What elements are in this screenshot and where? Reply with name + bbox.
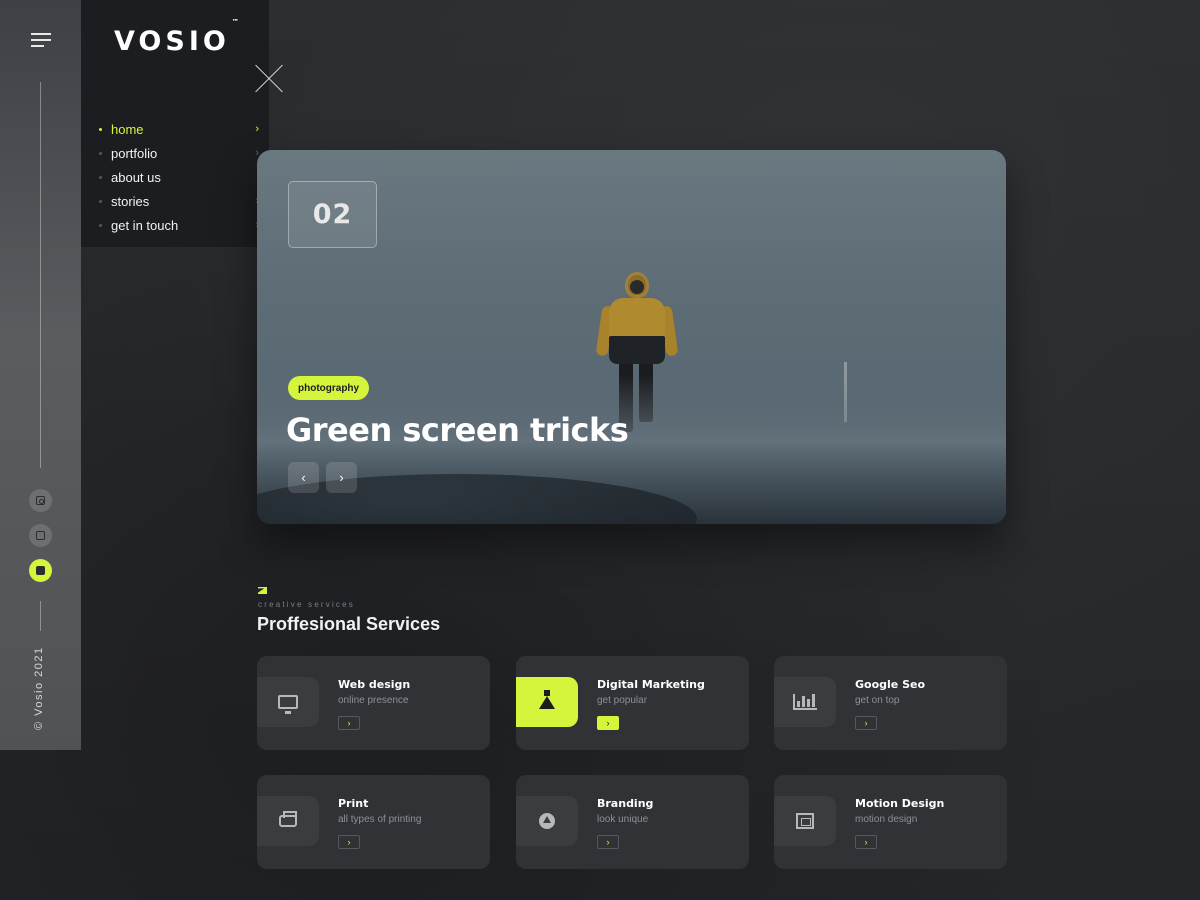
service-icon-box: [516, 677, 578, 727]
service-title[interactable]: Web design: [338, 678, 410, 691]
menu-item-portfolio[interactable]: portfolio ›: [99, 141, 259, 165]
printer-icon: [279, 811, 297, 827]
service-card[interactable]: Google Seo get on top ›: [774, 656, 1007, 750]
service-subtitle: get popular: [597, 695, 648, 706]
menu-bullet-icon: [99, 200, 102, 203]
menu-item-home[interactable]: home ›: [99, 117, 259, 141]
service-subtitle: online presence: [338, 695, 409, 706]
services-kicker: creative services: [258, 600, 355, 609]
menu-item-get-in-touch[interactable]: get in touch›: [99, 213, 259, 237]
logo-tm: ™: [231, 18, 239, 26]
monitor-icon: [278, 695, 298, 714]
menu-item-label: get in touch: [111, 217, 179, 233]
menu-bullet-icon: [99, 152, 102, 155]
branding-icon: [539, 813, 555, 829]
hero-title[interactable]: Green screen tricks: [286, 411, 629, 449]
service-subtitle: motion design: [855, 814, 918, 825]
rail-divider: [40, 82, 41, 468]
chevron-right-icon: ›: [255, 123, 259, 135]
hero-slider: 02 photography Green screen tricks ‹ ›: [257, 150, 1006, 524]
menu-item-label: stories: [111, 193, 150, 209]
menu-item-label: about us: [111, 169, 161, 185]
menu-bullet-icon: [99, 176, 102, 179]
logo[interactable]: VOSIO™: [114, 18, 239, 57]
facebook-icon[interactable]: [29, 559, 52, 582]
slide-number: 02: [288, 181, 377, 248]
flask-icon: [539, 689, 555, 709]
close-icon[interactable]: [255, 65, 283, 93]
service-subtitle: all types of printing: [338, 814, 422, 825]
service-title[interactable]: Google Seo: [855, 678, 925, 691]
service-icon-box: [257, 796, 319, 846]
menu-bullet-icon: [99, 224, 102, 227]
service-arrow-button[interactable]: ›: [855, 716, 877, 730]
twitter-icon[interactable]: [29, 524, 52, 547]
service-icon-box: [774, 796, 836, 846]
service-arrow-button[interactable]: ›: [855, 835, 877, 849]
slider-next-button[interactable]: ›: [326, 462, 357, 493]
service-card[interactable]: Digital Marketing get popular ›: [516, 656, 749, 750]
menu-item-label: portfolio: [111, 145, 158, 161]
service-subtitle: look unique: [597, 814, 649, 825]
category-tag[interactable]: photography: [288, 376, 370, 400]
service-subtitle: get on top: [855, 695, 900, 706]
service-title[interactable]: Branding: [597, 797, 653, 810]
service-card[interactable]: Web design online presence ›: [257, 656, 490, 750]
menu-item-label: home: [111, 121, 144, 137]
service-card[interactable]: Print all types of printing ›: [257, 775, 490, 869]
service-card[interactable]: Motion Design motion design ›: [774, 775, 1007, 869]
rail-divider-small: [40, 601, 41, 631]
service-arrow-button[interactable]: ›: [338, 716, 360, 730]
services-title: Proffesional Services: [257, 614, 441, 634]
service-icon-box: [774, 677, 836, 727]
hamburger-menu-icon[interactable]: [31, 33, 51, 47]
service-title[interactable]: Digital Marketing: [597, 678, 705, 691]
service-arrow-button[interactable]: ›: [338, 835, 360, 849]
bar-chart-icon: [793, 694, 817, 710]
copyright-text: © Vosio 2021: [33, 646, 45, 730]
menu-item-about-us[interactable]: about us: [99, 165, 259, 189]
left-rail: © Vosio 2021: [0, 0, 81, 750]
service-title[interactable]: Motion Design: [855, 797, 944, 810]
logo-text: VOSIO: [114, 26, 230, 57]
service-card[interactable]: Branding look unique ›: [516, 775, 749, 869]
service-icon-box: [516, 796, 578, 846]
main-menu: home›portfolio›about usstories›get in to…: [99, 117, 259, 237]
service-title[interactable]: Print: [338, 797, 368, 810]
service-arrow-button[interactable]: ›: [597, 835, 619, 849]
service-arrow-button[interactable]: ›: [597, 716, 619, 730]
motion-icon: [796, 813, 814, 829]
service-icon-box: [257, 677, 319, 727]
menu-item-stories[interactable]: stories›: [99, 189, 259, 213]
slider-prev-button[interactable]: ‹: [288, 462, 319, 493]
menu-bullet-icon: [99, 128, 102, 131]
main-menu-panel: VOSIO™ home›portfolio›about usstories›ge…: [81, 0, 269, 247]
instagram-icon[interactable]: [29, 489, 52, 512]
